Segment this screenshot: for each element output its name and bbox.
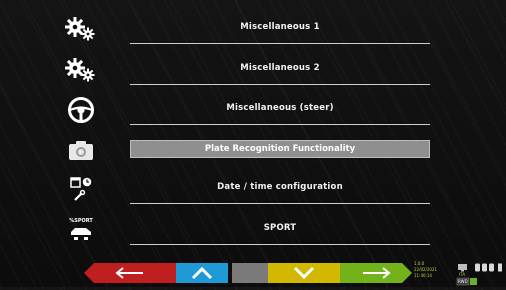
computer-icon (458, 264, 467, 272)
gears-icon (58, 14, 104, 44)
back-button[interactable] (84, 263, 176, 283)
settings-menu: Miscellaneous 1 Miscellaneous 2 Miscella… (0, 0, 506, 250)
drive-mode-text: RWD (458, 279, 468, 284)
down-button[interactable] (268, 263, 340, 283)
calendar-clock-icon (58, 174, 104, 204)
blank-button[interactable] (232, 263, 268, 283)
menu-item-sport[interactable]: %SPORT SPORT (0, 211, 506, 249)
system-status-icons: ITA RWD (454, 262, 506, 286)
menu-item-label: Miscellaneous 1 (240, 22, 320, 32)
up-button[interactable] (176, 263, 228, 283)
battery-icon (475, 263, 502, 272)
camera-icon (58, 135, 104, 165)
divider (130, 203, 430, 204)
menu-item-label: Miscellaneous (steer) (226, 103, 334, 113)
bottom-toolbar: 1.0.0 22/02/2021 11:40:14 ITA RWD (0, 258, 506, 287)
arrow-left-icon (115, 267, 143, 279)
forward-button[interactable] (340, 263, 412, 283)
menu-item-label: Miscellaneous 2 (240, 63, 320, 73)
status-info: 1.0.0 22/02/2021 11:40:14 (414, 261, 437, 279)
chevron-up-icon (191, 267, 213, 279)
menu-item-miscellaneous-2[interactable]: Miscellaneous 2 (0, 51, 506, 89)
menu-item-label: Plate Recognition Functionality (204, 144, 356, 154)
divider (130, 84, 430, 85)
arrow-right-icon (361, 267, 391, 279)
steering-wheel-icon (58, 95, 104, 125)
divider (130, 124, 430, 125)
menu-item-plate-recognition[interactable]: Plate Recognition Functionality (0, 131, 506, 169)
divider (130, 43, 430, 44)
menu-item-miscellaneous-steer[interactable]: Miscellaneous (steer) (0, 91, 506, 129)
menu-item-label: Date / time configuration (217, 182, 343, 192)
chevron-down-icon (293, 267, 315, 279)
divider (130, 244, 430, 245)
gears-icon (58, 55, 104, 85)
menu-item-label: SPORT (263, 223, 297, 233)
selected-item-highlight: Plate Recognition Functionality (130, 140, 430, 158)
sport-car-icon: %SPORT (58, 215, 104, 245)
menu-item-miscellaneous-1[interactable]: Miscellaneous 1 (0, 10, 506, 48)
menu-item-date-time[interactable]: Date / time configuration (0, 170, 506, 208)
units-text: ITA (459, 272, 466, 277)
time-text: 11:40:14 (414, 273, 432, 278)
